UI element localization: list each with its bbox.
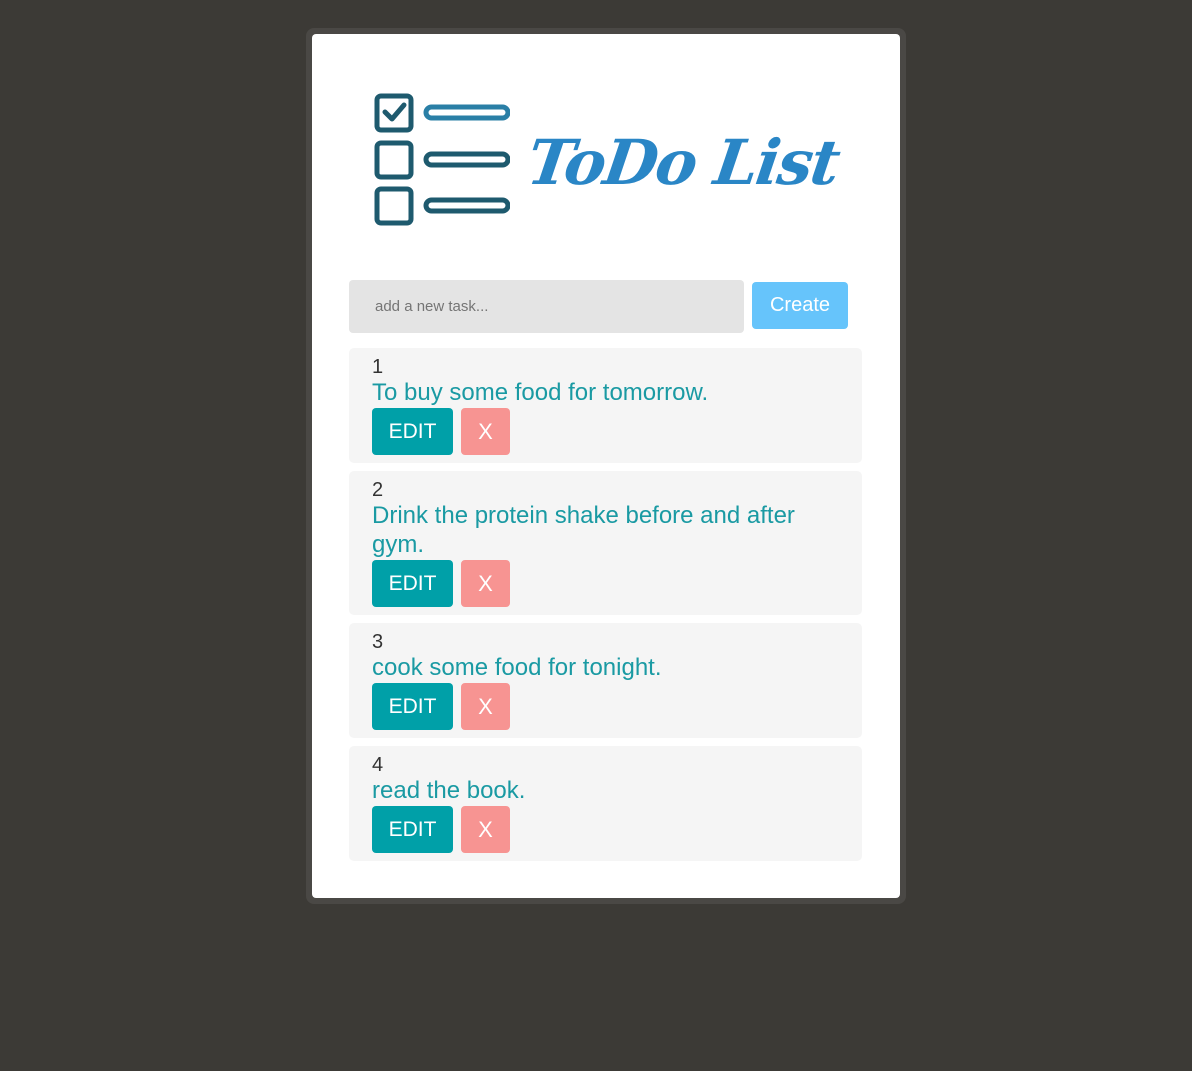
todo-number: 4 — [372, 754, 384, 776]
delete-button[interactable]: X — [461, 408, 510, 455]
edit-button[interactable]: EDIT — [372, 806, 453, 853]
delete-button[interactable]: X — [461, 806, 510, 853]
todo-actions: EDIT X — [372, 560, 862, 607]
new-task-input[interactable] — [349, 280, 744, 333]
edit-button[interactable]: EDIT — [372, 408, 453, 455]
todo-text: cook some food for tonight. — [372, 654, 662, 681]
todo-item: 1 To buy some food for tomorrow. EDIT X — [349, 348, 862, 463]
todo-list: 1 To buy some food for tomorrow. EDIT X … — [349, 348, 862, 869]
todo-text: read the book. — [372, 777, 526, 804]
create-button[interactable]: Create — [752, 282, 848, 329]
app-frame: ToDo List Create 1 To buy some food for … — [306, 28, 906, 904]
todo-actions: EDIT X — [372, 683, 862, 730]
todo-number: 3 — [372, 631, 384, 653]
checklist-icon — [374, 93, 510, 226]
delete-button[interactable]: X — [461, 560, 510, 607]
todo-item: 4 read the book. EDIT X — [349, 746, 862, 861]
todo-text: To buy some food for tomorrow. — [372, 379, 709, 406]
todo-item: 3 cook some food for tonight. EDIT X — [349, 623, 862, 738]
todo-number: 1 — [372, 356, 384, 378]
app-logo: ToDo List — [370, 88, 843, 228]
todo-card: ToDo List Create 1 To buy some food for … — [312, 34, 900, 898]
todo-number: 2 — [372, 479, 384, 501]
delete-button[interactable]: X — [461, 683, 510, 730]
todo-text: Drink the protein shake before and after… — [372, 502, 795, 558]
todo-actions: EDIT X — [372, 408, 862, 455]
edit-button[interactable]: EDIT — [372, 560, 453, 607]
edit-button[interactable]: EDIT — [372, 683, 453, 730]
todo-actions: EDIT X — [372, 806, 862, 853]
todo-item: 2 Drink the protein shake before and aft… — [349, 471, 862, 615]
logo-title: ToDo List — [522, 126, 843, 199]
